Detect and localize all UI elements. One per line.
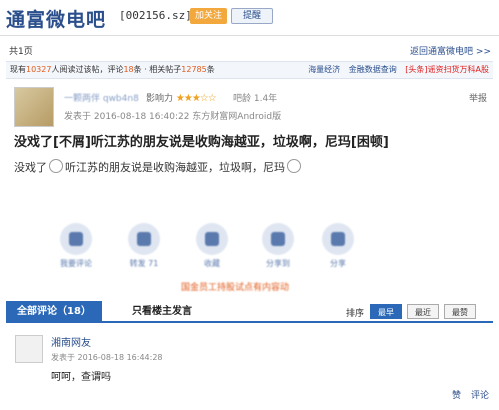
- tab-op-only[interactable]: 只看楼主发言: [114, 301, 210, 323]
- share-to-icon: [262, 223, 294, 255]
- follow-button[interactable]: 加关注: [190, 8, 227, 24]
- related-count: 12785: [181, 65, 207, 74]
- reply-avatar[interactable]: [15, 335, 43, 363]
- favorite-icon: [196, 223, 228, 255]
- stock-code: [002156.sz]: [119, 9, 192, 22]
- stats-bar: 现有10327人阅读过该帖，评论18条 · 相关帖子12785条 海量经济 金融…: [6, 61, 493, 79]
- reply-text: 呵呵，查谓吗: [51, 372, 111, 383]
- link-economy[interactable]: 海量经济: [308, 65, 340, 74]
- bar-age: 吧龄 1.4年: [233, 94, 278, 104]
- share-action[interactable]: 分享: [318, 223, 358, 269]
- header: 通富微电吧 [002156.sz] 加关注 提醒: [0, 0, 499, 36]
- favorite-action[interactable]: 收藏: [192, 223, 232, 269]
- back-to-bar-link[interactable]: 返回通富微电吧 >>: [410, 44, 491, 57]
- influence: 影响力 ★★★☆☆: [146, 93, 217, 104]
- post-time: 发表于 2016-08-18 16:40:22 东方财富网Android版: [64, 112, 282, 122]
- author-avatar[interactable]: [14, 87, 54, 127]
- sort-top-button[interactable]: 最赞: [444, 304, 476, 319]
- share-to-action[interactable]: 分享到: [258, 223, 298, 269]
- main-post: 一颗两伴 qwb4n8 影响力 ★★★☆☆ 吧龄 1.4年 举报 发表于 201…: [6, 83, 493, 298]
- bar-title[interactable]: 通富微电吧: [6, 5, 106, 32]
- author-name[interactable]: 一颗两伴 qwb4n8: [64, 91, 139, 104]
- reply-author[interactable]: 湘南网友: [51, 334, 91, 349]
- link-finance-data[interactable]: 金融数据查询: [349, 65, 397, 74]
- stats-summary: 现有10327人阅读过该帖，评论18条 · 相关帖子12785条: [10, 65, 215, 74]
- remind-button[interactable]: 提醒: [231, 8, 273, 24]
- post-title: 没戏了[不屑]听江苏的朋友说是收购海越亚，垃圾啊，尼玛[困顿]: [14, 135, 389, 150]
- comment-action[interactable]: 我要评论: [56, 223, 96, 269]
- share-icon: [322, 223, 354, 255]
- sleepy-emoji-icon: [287, 159, 301, 173]
- subbar: 共1页 返回通富微电吧 >>: [0, 42, 499, 58]
- sort-latest-button[interactable]: 最近: [407, 304, 439, 319]
- reader-count: 10327: [26, 65, 52, 74]
- reply-item: 湘南网友 发表于 2016-08-18 16:44:28 呵呵，查谓吗 赞 评论: [6, 325, 493, 410]
- report-link[interactable]: 举报: [469, 91, 487, 104]
- ad-banner[interactable]: 国金员工持股试点有内容动: [181, 280, 289, 293]
- influence-stars-icon: ★★★☆☆: [175, 93, 217, 104]
- sort-label: 排序: [346, 309, 365, 319]
- like-button[interactable]: 赞: [452, 388, 461, 401]
- reply-time: 发表于 2016-08-18 16:44:28: [51, 353, 163, 362]
- post-body: 没戏了 听江苏的朋友说是收购海越亚，垃圾啊，尼玛: [14, 159, 303, 175]
- page-count: 共1页: [9, 47, 33, 57]
- repost-action[interactable]: 转发 71: [124, 223, 164, 269]
- repost-icon: [128, 223, 160, 255]
- tab-all-comments[interactable]: 全部评论（18）: [6, 301, 102, 323]
- reply-button[interactable]: 评论: [471, 388, 489, 401]
- link-headline[interactable]: [头条]谣资扫货万科A股: [405, 65, 489, 74]
- sort-earliest-button[interactable]: 最早: [370, 304, 402, 319]
- disdain-emoji-icon: [49, 159, 63, 173]
- post-actions: 我要评论 转发 71 收藏 分享到 分享: [56, 223, 356, 278]
- comment-tabs: 全部评论（18） 只看楼主发言 排序 最早 最近 最赞: [6, 301, 493, 323]
- comment-icon: [60, 223, 92, 255]
- comment-count: 18: [123, 65, 134, 74]
- stats-links: 海量经济 金融数据查询 [头条]谣资扫货万科A股: [302, 62, 489, 78]
